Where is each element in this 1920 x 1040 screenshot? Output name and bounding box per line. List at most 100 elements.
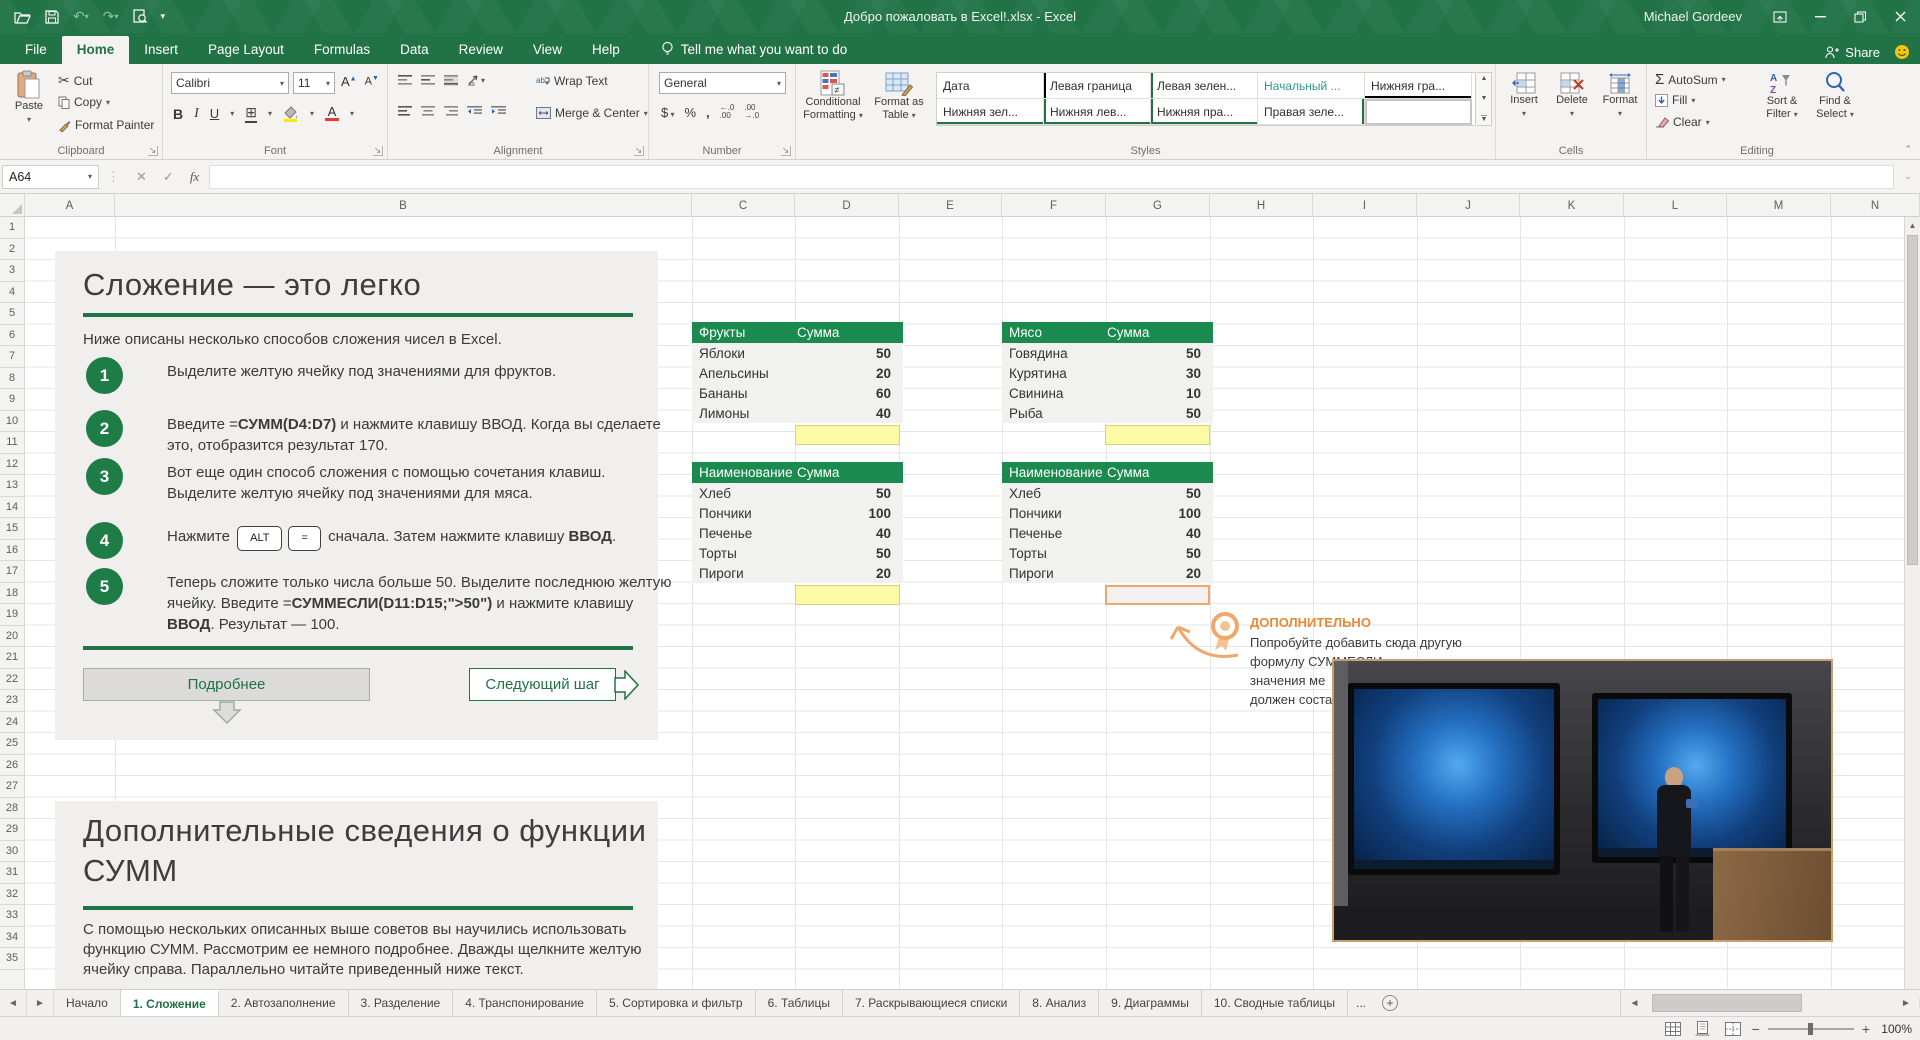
increase-font-icon[interactable]: A▲ bbox=[341, 74, 357, 89]
zoom-slider-thumb[interactable] bbox=[1808, 1023, 1813, 1035]
sheet-nav-left[interactable]: ◄ bbox=[0, 990, 27, 1016]
row-header-27[interactable]: 27 bbox=[0, 776, 24, 798]
share-button[interactable]: Share bbox=[1825, 45, 1880, 60]
zoom-in-button[interactable]: + bbox=[1862, 1021, 1870, 1037]
clear-button[interactable]: Clear▾ bbox=[1655, 115, 1710, 129]
next-step-button[interactable]: Следующий шаг bbox=[469, 668, 616, 701]
comma-button[interactable]: , bbox=[706, 105, 710, 120]
restore-button[interactable] bbox=[1840, 0, 1880, 33]
expand-formula-bar-icon[interactable]: ⌄ bbox=[1896, 171, 1920, 182]
align-left-icon[interactable] bbox=[398, 106, 412, 117]
ribbon-tab-insert[interactable]: Insert bbox=[129, 36, 193, 64]
alignment-dialog-launcher[interactable]: ↘ bbox=[634, 146, 644, 156]
sort-filter-button[interactable]: AZ Sort & Filter ▾ bbox=[1757, 71, 1807, 121]
sheet-tab-overflow[interactable]: ... bbox=[1348, 990, 1374, 1016]
copy-button[interactable]: Copy▾ bbox=[58, 95, 110, 109]
font-size-select[interactable]: 11▾ bbox=[293, 72, 335, 94]
row-header-11[interactable]: 11 bbox=[0, 432, 24, 454]
sum-input-cell-yellow[interactable] bbox=[795, 585, 900, 605]
normal-view-icon[interactable] bbox=[1662, 1020, 1684, 1038]
zoom-level[interactable]: 100% bbox=[1878, 1022, 1912, 1036]
account-name[interactable]: Michael Gordeev bbox=[1644, 9, 1742, 24]
sheet-tab-1-сложение[interactable]: 1. Сложение bbox=[121, 990, 219, 1016]
sheet-tab-10-сводные-таблицы[interactable]: 10. Сводные таблицы bbox=[1202, 990, 1348, 1016]
row-header-8[interactable]: 8 bbox=[0, 368, 24, 390]
column-header-H[interactable]: H bbox=[1210, 194, 1313, 217]
column-header-G[interactable]: G bbox=[1106, 194, 1210, 217]
row-header-10[interactable]: 10 bbox=[0, 411, 24, 433]
cell-style-item[interactable]: Начальный ... bbox=[1258, 73, 1365, 99]
sheet-tab-9-диаграммы[interactable]: 9. Диаграммы bbox=[1099, 990, 1202, 1016]
styles-scroll-up[interactable]: ▲ bbox=[1481, 75, 1488, 82]
underline-button[interactable]: U bbox=[210, 106, 219, 121]
column-header-D[interactable]: D bbox=[795, 194, 899, 217]
row-header-21[interactable]: 21 bbox=[0, 647, 24, 669]
sum-input-cell-yellow[interactable] bbox=[795, 425, 900, 445]
underline-dropdown[interactable]: ▾ bbox=[230, 109, 234, 118]
row-header-20[interactable]: 20 bbox=[0, 626, 24, 648]
autosum-button[interactable]: Σ AutoSum▾ bbox=[1655, 71, 1726, 88]
fill-button[interactable]: Fill▾ bbox=[1655, 93, 1695, 107]
page-break-view-icon[interactable] bbox=[1722, 1020, 1744, 1038]
minimize-button[interactable] bbox=[1800, 0, 1840, 33]
sheet-tab-5-сортировка-и-фильтр[interactable]: 5. Сортировка и фильтр bbox=[597, 990, 756, 1016]
scroll-up-arrow[interactable]: ▲ bbox=[1905, 217, 1920, 233]
tell-me-box[interactable]: Tell me what you want to do bbox=[661, 41, 848, 64]
number-dialog-launcher[interactable]: ↘ bbox=[781, 146, 791, 156]
font-dialog-launcher[interactable]: ↘ bbox=[373, 146, 383, 156]
zoom-slider[interactable] bbox=[1768, 1028, 1854, 1030]
decrease-indent-icon[interactable] bbox=[467, 106, 482, 117]
row-header-23[interactable]: 23 bbox=[0, 690, 24, 712]
increase-decimal-icon[interactable]: ←.0.00 bbox=[720, 104, 735, 120]
sheet-tab-8-анализ[interactable]: 8. Анализ bbox=[1020, 990, 1099, 1016]
format-painter-button[interactable]: Format Painter bbox=[58, 118, 154, 132]
column-header-K[interactable]: K bbox=[1520, 194, 1624, 217]
column-header-F[interactable]: F bbox=[1002, 194, 1106, 217]
row-header-31[interactable]: 31 bbox=[0, 862, 24, 884]
format-cells-button[interactable]: Format▾ bbox=[1598, 72, 1642, 120]
column-header-M[interactable]: M bbox=[1727, 194, 1831, 217]
print-preview-icon[interactable] bbox=[133, 9, 147, 24]
find-select-button[interactable]: Find & Select ▾ bbox=[1809, 71, 1861, 121]
insert-cells-button[interactable]: Insert▾ bbox=[1502, 72, 1546, 120]
row-header-35[interactable]: 35 bbox=[0, 948, 24, 970]
styles-scroll-down[interactable]: ▼ bbox=[1481, 95, 1488, 102]
column-header-I[interactable]: I bbox=[1313, 194, 1417, 217]
cell-style-item[interactable]: Правая зеле... bbox=[1258, 99, 1365, 125]
increase-indent-icon[interactable] bbox=[491, 106, 506, 117]
row-header-15[interactable]: 15 bbox=[0, 518, 24, 540]
cell-style-item[interactable]: Левая граница bbox=[1044, 73, 1151, 99]
cell-style-item[interactable]: Левая зелен... bbox=[1151, 73, 1258, 99]
paste-button[interactable]: Paste▾ bbox=[6, 70, 52, 126]
row-header-18[interactable]: 18 bbox=[0, 583, 24, 605]
conditional-formatting-button[interactable]: ≠ Conditional Formatting ▾ bbox=[800, 70, 866, 122]
cut-button[interactable]: ✂Cut bbox=[58, 72, 92, 89]
fill-color-icon[interactable] bbox=[283, 106, 299, 122]
row-header-14[interactable]: 14 bbox=[0, 497, 24, 519]
row-header-25[interactable]: 25 bbox=[0, 733, 24, 755]
hscroll-thumb[interactable] bbox=[1652, 994, 1802, 1012]
row-header-29[interactable]: 29 bbox=[0, 819, 24, 841]
ribbon-tab-home[interactable]: Home bbox=[62, 36, 130, 64]
cell-style-item[interactable]: Нижняя зел... bbox=[937, 99, 1044, 125]
row-header-33[interactable]: 33 bbox=[0, 905, 24, 927]
wrap-text-button[interactable]: ab Wrap Text bbox=[536, 74, 608, 88]
name-box[interactable]: A64▾ bbox=[2, 165, 99, 189]
zoom-out-button[interactable]: − bbox=[1752, 1021, 1760, 1037]
bold-button[interactable]: B bbox=[173, 106, 183, 122]
ribbon-display-options-icon[interactable] bbox=[1760, 0, 1800, 33]
column-header-E[interactable]: E bbox=[899, 194, 1002, 217]
ribbon-tab-page-layout[interactable]: Page Layout bbox=[193, 36, 299, 64]
horizontal-scrollbar[interactable]: ◄ ► bbox=[1620, 990, 1920, 1016]
feedback-smiley-icon[interactable] bbox=[1894, 44, 1910, 60]
undo-icon[interactable]: ↶▾ bbox=[73, 8, 89, 25]
italic-button[interactable]: I bbox=[194, 106, 199, 122]
ribbon-tab-review[interactable]: Review bbox=[444, 36, 518, 64]
row-header-3[interactable]: 3 bbox=[0, 260, 24, 282]
cell-style-item[interactable]: Нижняя пра... bbox=[1151, 99, 1258, 125]
sheet-tab-2-автозаполнение[interactable]: 2. Автозаполнение bbox=[219, 990, 349, 1016]
sheet-tab-начало[interactable]: Начало bbox=[54, 990, 121, 1016]
row-header-1[interactable]: 1 bbox=[0, 217, 24, 239]
row-header-34[interactable]: 34 bbox=[0, 927, 24, 949]
row-header-28[interactable]: 28 bbox=[0, 798, 24, 820]
